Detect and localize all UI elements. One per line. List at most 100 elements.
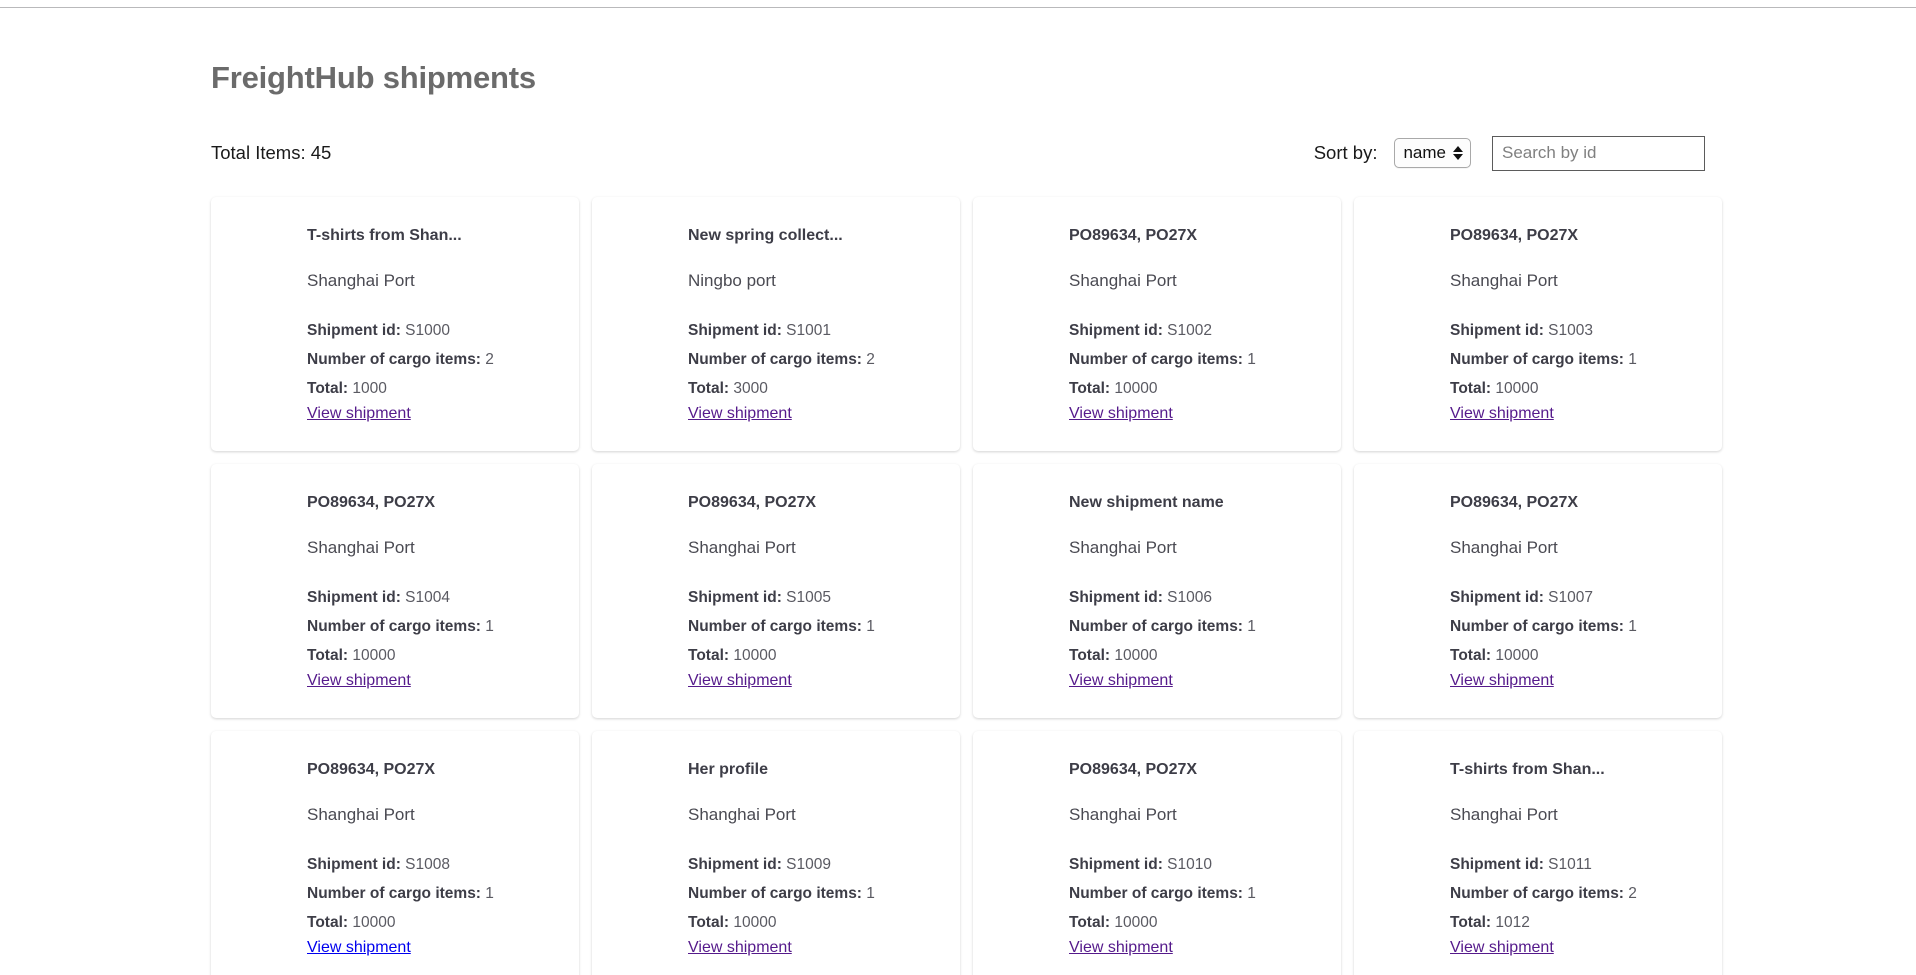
shipment-total-value: 10000 bbox=[352, 647, 396, 664]
shipment-shipment-id-value: S1000 bbox=[405, 322, 450, 339]
view-shipment-link[interactable]: View shipment bbox=[1069, 403, 1173, 425]
shipment-card-port: Shanghai Port bbox=[1450, 805, 1558, 824]
sort-by-label: Sort by: bbox=[1313, 142, 1378, 163]
shipment-shipment-id-label: Shipment id: bbox=[1069, 322, 1163, 339]
toolbar-controls: Sort by: name bbox=[1313, 135, 1705, 171]
shipment-shipment-id-label: Shipment id: bbox=[307, 856, 401, 873]
shipment-shipment-id-label: Shipment id: bbox=[1450, 856, 1544, 873]
shipment-card: New shipment name Shanghai Port Shipment i… bbox=[973, 464, 1341, 718]
view-shipment-link[interactable]: View shipment bbox=[688, 937, 792, 959]
shipment-total-row: Total: 1000 bbox=[307, 374, 553, 403]
shipment-shipment-id-value: S1003 bbox=[1548, 322, 1593, 339]
shipment-total-label: Total: bbox=[688, 380, 730, 397]
shipment-total-label: Total: bbox=[688, 647, 730, 664]
shipment-card-port: Shanghai Port bbox=[688, 538, 796, 557]
view-shipment-link[interactable]: View shipment bbox=[307, 670, 411, 692]
shipment-card-port: Shanghai Port bbox=[1450, 538, 1558, 557]
shipment-shipment-id-value: S1006 bbox=[1167, 589, 1212, 606]
shipments-grid: T-shirts from Shan... Shanghai Port Shipme… bbox=[211, 197, 1722, 975]
shipment-shipment-id-label: Shipment id: bbox=[307, 322, 401, 339]
shipment-total-row: Total: 10000 bbox=[307, 641, 553, 670]
shipment-total-row: Total: 10000 bbox=[1069, 908, 1315, 937]
shipment-card: PO89634, PO27X Shanghai Port Shipment id: … bbox=[973, 731, 1341, 975]
shipment-card-port: Shanghai Port bbox=[1069, 538, 1177, 557]
shipment-total-value: 1000 bbox=[352, 380, 387, 397]
view-shipment-link[interactable]: View shipment bbox=[688, 403, 792, 425]
browser-viewport: FreightHub shipments Total Items: 45 Sor… bbox=[0, 0, 1916, 975]
shipment-cargo-items-label: Number of cargo items: bbox=[1450, 885, 1624, 902]
shipment-card-title: New spring collect... bbox=[688, 227, 843, 244]
shipment-shipment-id-label: Shipment id: bbox=[1069, 589, 1163, 606]
shipment-shipment-id-label: Shipment id: bbox=[1069, 856, 1163, 873]
shipment-cargo-items-value: 2 bbox=[866, 351, 875, 368]
shipment-card: PO89634, PO27X Shanghai Port Shipment id: … bbox=[211, 731, 579, 975]
shipment-total-label: Total: bbox=[1450, 914, 1492, 931]
shipment-cargo-items-value: 1 bbox=[866, 618, 875, 635]
shipment-card: PO89634, PO27X Shanghai Port Shipment id: … bbox=[973, 197, 1341, 451]
shipment-card-title: PO89634, PO27X bbox=[1069, 761, 1198, 778]
shipment-cargo-items-label: Number of cargo items: bbox=[1069, 618, 1243, 635]
shipment-shipment-id-value: S1001 bbox=[786, 322, 831, 339]
shipment-card-facts: Shipment id: S1008 Number of cargo items:… bbox=[307, 850, 553, 937]
shipment-cargo-items-value: 1 bbox=[1247, 885, 1256, 902]
sort-by-select[interactable]: name bbox=[1394, 138, 1471, 168]
shipment-cargo-items-row: Number of cargo items: 1 bbox=[1069, 612, 1315, 641]
shipment-shipment-id-row: Shipment id: S1005 bbox=[688, 583, 934, 612]
page-body: FreightHub shipments Total Items: 45 Sor… bbox=[0, 8, 1916, 975]
view-shipment-link[interactable]: View shipment bbox=[307, 403, 411, 425]
view-shipment-link[interactable]: View shipment bbox=[1450, 670, 1554, 692]
shipment-card-title: PO89634, PO27X bbox=[307, 761, 436, 778]
shipment-total-label: Total: bbox=[1069, 914, 1111, 931]
shipment-total-label: Total: bbox=[307, 647, 349, 664]
shipment-cargo-items-value: 1 bbox=[1628, 618, 1637, 635]
view-shipment-link[interactable]: View shipment bbox=[688, 670, 792, 692]
shipment-total-row: Total: 1012 bbox=[1450, 908, 1696, 937]
search-input[interactable] bbox=[1492, 135, 1705, 171]
shipment-card-facts: Shipment id: S1000 Number of cargo items:… bbox=[307, 316, 553, 403]
shipment-cargo-items-value: 2 bbox=[485, 351, 494, 368]
shipment-shipment-id-value: S1009 bbox=[786, 856, 831, 873]
shipment-shipment-id-label: Shipment id: bbox=[688, 589, 782, 606]
shipment-card-port: Ningbo port bbox=[688, 271, 776, 290]
shipment-card-title: PO89634, PO27X bbox=[1450, 227, 1579, 244]
shipment-shipment-id-row: Shipment id: S1011 bbox=[1450, 850, 1696, 879]
shipment-cargo-items-value: 1 bbox=[1247, 618, 1256, 635]
shipment-card-title: T-shirts from Shan... bbox=[307, 227, 462, 244]
shipment-cargo-items-row: Number of cargo items: 1 bbox=[1069, 879, 1315, 908]
shipment-card-port: Shanghai Port bbox=[307, 805, 415, 824]
shipment-card-facts: Shipment id: S1005 Number of cargo items:… bbox=[688, 583, 934, 670]
shipment-total-label: Total: bbox=[307, 914, 349, 931]
view-shipment-link[interactable]: View shipment bbox=[1069, 937, 1173, 959]
shipment-cargo-items-label: Number of cargo items: bbox=[307, 351, 481, 368]
view-shipment-link[interactable]: View shipment bbox=[1069, 670, 1173, 692]
select-stepper-icon bbox=[1453, 146, 1463, 160]
shipment-total-row: Total: 10000 bbox=[688, 641, 934, 670]
toolbar: Total Items: 45 Sort by: name bbox=[211, 134, 1705, 172]
shipment-shipment-id-label: Shipment id: bbox=[688, 856, 782, 873]
view-shipment-link[interactable]: View shipment bbox=[1450, 403, 1554, 425]
shipment-shipment-id-row: Shipment id: S1003 bbox=[1450, 316, 1696, 345]
shipment-card-facts: Shipment id: S1002 Number of cargo items:… bbox=[1069, 316, 1315, 403]
shipment-total-row: Total: 10000 bbox=[1069, 374, 1315, 403]
shipment-cargo-items-row: Number of cargo items: 1 bbox=[1450, 345, 1696, 374]
shipment-card-title: T-shirts from Shan... bbox=[1450, 761, 1605, 778]
shipment-total-value: 10000 bbox=[733, 647, 777, 664]
shipment-total-value: 10000 bbox=[1114, 380, 1158, 397]
view-shipment-link[interactable]: View shipment bbox=[1450, 937, 1554, 959]
content-container: FreightHub shipments Total Items: 45 Sor… bbox=[211, 8, 1722, 975]
shipment-card: T-shirts from Shan... Shanghai Port Shipme… bbox=[1354, 731, 1722, 975]
shipment-card: PO89634, PO27X Shanghai Port Shipment id: … bbox=[1354, 464, 1722, 718]
shipment-total-label: Total: bbox=[688, 914, 730, 931]
shipment-total-row: Total: 10000 bbox=[1450, 374, 1696, 403]
shipment-shipment-id-row: Shipment id: S1004 bbox=[307, 583, 553, 612]
shipment-total-value: 10000 bbox=[733, 914, 777, 931]
shipment-cargo-items-label: Number of cargo items: bbox=[688, 351, 862, 368]
shipment-cargo-items-value: 1 bbox=[485, 885, 494, 902]
shipment-cargo-items-label: Number of cargo items: bbox=[1069, 351, 1243, 368]
shipment-card-port: Shanghai Port bbox=[307, 271, 415, 290]
shipment-total-row: Total: 3000 bbox=[688, 374, 934, 403]
shipment-shipment-id-row: Shipment id: S1000 bbox=[307, 316, 553, 345]
view-shipment-link[interactable]: View shipment bbox=[307, 937, 411, 959]
shipment-cargo-items-label: Number of cargo items: bbox=[307, 618, 481, 635]
shipment-card-facts: Shipment id: S1006 Number of cargo items:… bbox=[1069, 583, 1315, 670]
